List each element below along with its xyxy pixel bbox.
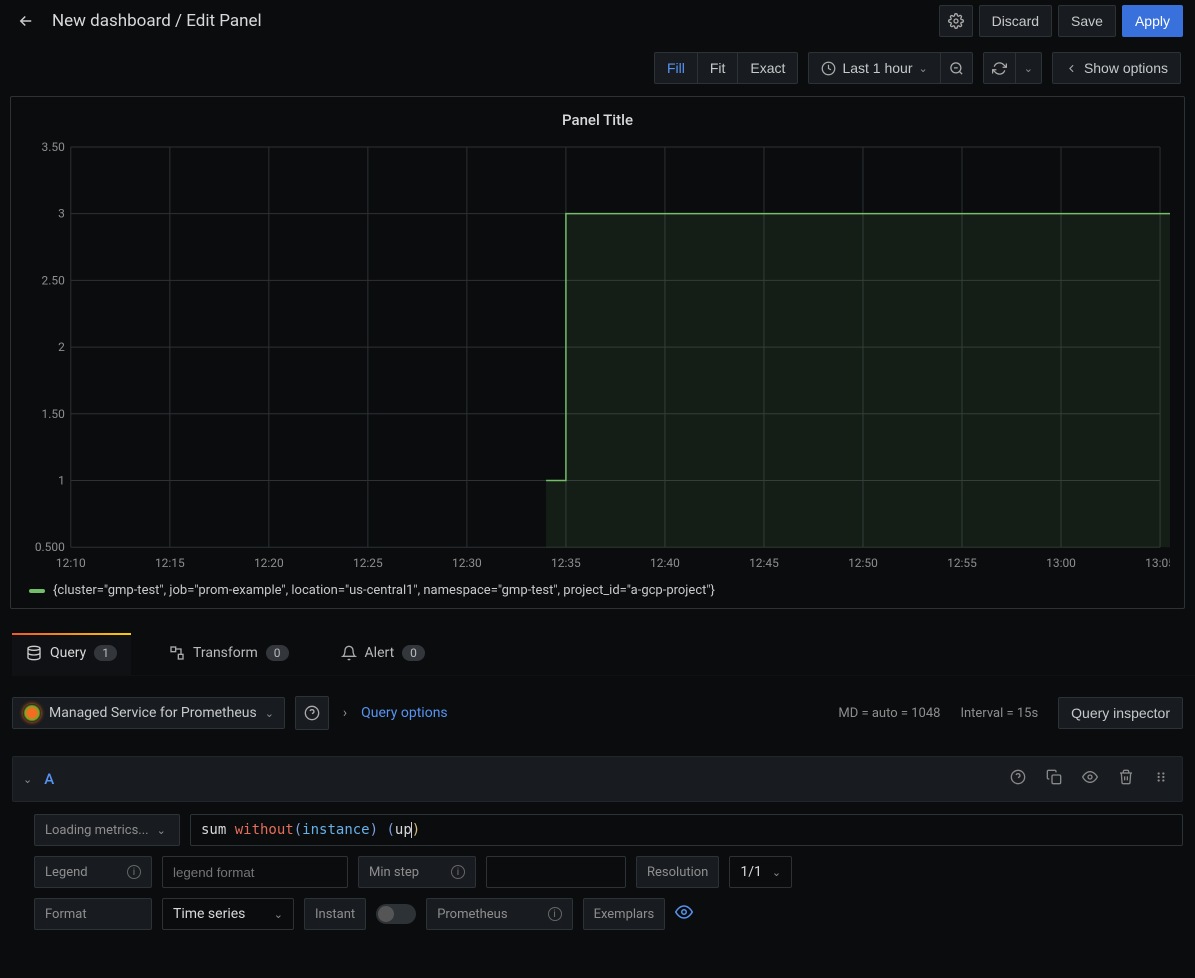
refresh-button[interactable] [983,52,1016,84]
settings-button[interactable] [939,5,973,37]
gear-icon [948,13,964,29]
chevron-down-icon: ⌄ [157,824,166,837]
min-step-label: Min step i [358,856,476,888]
resolution-select[interactable]: 1/1 ⌄ [729,856,792,888]
tab-query[interactable]: Query 1 [12,633,131,675]
eye-icon[interactable] [1078,765,1102,793]
help-icon[interactable] [1006,765,1030,793]
zoom-out-button[interactable] [940,52,973,84]
clock-icon [821,61,836,76]
svg-text:3: 3 [58,207,65,221]
prometheus-icon [23,704,41,722]
info-icon[interactable]: i [451,865,465,879]
interval-info: Interval = 15s [960,706,1038,721]
metrics-browser[interactable]: Loading metrics... ⌄ [34,814,180,846]
refresh-interval-button[interactable]: ⌄ [1015,52,1042,84]
time-range-picker[interactable]: Last 1 hour ⌄ [808,52,940,84]
prometheus-label: Prometheus i [426,898,572,930]
chevron-down-icon: ⌄ [772,866,781,879]
chevron-down-icon: ⌄ [919,62,928,75]
legend-label: {cluster="gmp-test", job="prom-example",… [53,583,715,598]
zoom-out-icon [949,61,964,76]
svg-text:0.500: 0.500 [35,540,65,554]
chart-legend[interactable]: {cluster="gmp-test", job="prom-example",… [11,575,1184,598]
info-icon[interactable]: i [548,907,562,921]
svg-text:12:10: 12:10 [56,556,86,570]
info-icon[interactable]: i [127,865,141,879]
time-range-group: Last 1 hour ⌄ [808,52,972,84]
instant-toggle[interactable] [376,904,416,924]
svg-text:13:05: 13:05 [1145,556,1170,570]
datasource-help-button[interactable] [295,696,329,730]
chevron-down-icon: ⌄ [1024,62,1033,75]
transform-icon [169,645,185,661]
save-button[interactable]: Save [1058,5,1116,37]
legend-swatch [29,589,45,593]
svg-text:13:00: 13:00 [1046,556,1076,570]
query-inspector-button[interactable]: Query inspector [1058,697,1183,729]
svg-text:3.50: 3.50 [42,140,66,154]
svg-text:12:55: 12:55 [947,556,977,570]
display-mode-group: Fill Fit Exact [654,52,798,84]
fit-button[interactable]: Fit [697,52,739,84]
database-icon [26,645,42,661]
refresh-group: ⌄ [983,52,1042,84]
min-step-input[interactable] [486,856,626,888]
show-options-button[interactable]: Show options [1052,52,1181,84]
svg-text:12:30: 12:30 [452,556,482,570]
fill-button[interactable]: Fill [654,52,698,84]
svg-text:12:20: 12:20 [254,556,284,570]
chevron-down-icon: ⌄ [274,908,283,921]
svg-text:12:50: 12:50 [848,556,878,570]
drag-icon[interactable] [1150,766,1172,792]
chevron-right-icon: › [339,705,351,721]
resolution-label: Resolution [636,856,719,888]
md-info: MD = auto = 1048 [838,706,940,721]
panel: Panel Title 3.50 3 2.50 2 1.50 1 0.500 12:10 12:… [10,96,1185,609]
discard-button[interactable]: Discard [979,5,1052,37]
instant-label: Instant [304,898,366,930]
datasource-select[interactable]: Managed Service for Prometheus ⌄ [12,697,285,729]
copy-icon[interactable] [1042,765,1066,793]
breadcrumb: New dashboard / Edit Panel [52,11,262,31]
svg-text:2: 2 [58,340,65,354]
svg-text:2.50: 2.50 [42,273,66,287]
tab-transform[interactable]: Transform 0 [155,633,303,675]
query-count-badge: 1 [94,645,117,661]
tabs: Query 1 Transform 0 Alert 0 [12,633,1195,676]
legend-label: Legend i [34,856,152,888]
help-icon [304,705,320,721]
exemplars-toggle[interactable] [675,903,693,925]
svg-text:12:45: 12:45 [749,556,779,570]
chevron-down-icon: ⌄ [23,773,32,786]
back-button[interactable] [12,7,40,35]
svg-text:12:35: 12:35 [551,556,581,570]
panel-title: Panel Title [11,105,1184,137]
legend-input[interactable] [162,856,348,888]
tab-alert[interactable]: Alert 0 [327,633,439,675]
query-expression-input[interactable]: sum without(instance) (up) [190,814,1183,846]
svg-text:1: 1 [58,473,65,487]
apply-button[interactable]: Apply [1122,5,1183,37]
chevron-left-icon [1065,62,1078,75]
chevron-down-icon: ⌄ [265,707,274,720]
refresh-icon [992,61,1007,76]
svg-text:1.50: 1.50 [42,407,66,421]
svg-text:12:15: 12:15 [155,556,185,570]
format-select[interactable]: Time series ⌄ [162,898,294,930]
svg-text:12:40: 12:40 [650,556,680,570]
query-id: A [44,770,54,788]
trash-icon[interactable] [1114,765,1138,793]
query-options-link[interactable]: Query options [361,705,448,721]
chart[interactable]: 3.50 3 2.50 2 1.50 1 0.500 12:10 12:15 12:20 12:25… [25,137,1170,575]
svg-text:12:25: 12:25 [353,556,383,570]
query-header[interactable]: ⌄ A [12,756,1183,802]
exemplars-label: Exemplars [583,898,666,930]
exact-button[interactable]: Exact [737,52,798,84]
format-label: Format [34,898,152,930]
bell-icon [341,645,357,661]
